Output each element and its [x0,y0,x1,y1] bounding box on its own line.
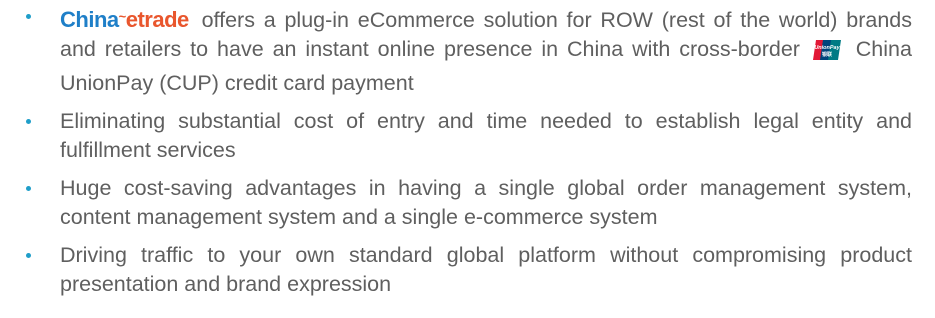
bullet-dot [26,119,31,124]
logo-etrade-text: etrade [125,7,190,32]
bullet-item-chinaetrade: China~etrade offers a plug-in eCommerce … [26,2,912,98]
unionpay-logo-line2: 银联 [821,51,832,58]
bullet-item-cost-saving: Huge cost-saving advantages in having a … [26,174,912,232]
bullet-list: China~etrade offers a plug-in eCommerce … [26,2,912,308]
logo-china-text: China [60,7,119,32]
bullet-dot [26,186,31,191]
chinaetrade-logo: China~etrade [60,2,189,34]
unionpay-logo-line1: UnionPay [814,45,840,51]
bullet-text: Huge cost-saving advantages in having a … [60,176,912,229]
bullet-text: Eliminating substantial cost of entry an… [60,109,912,162]
logo-separator: ~ [118,9,127,24]
unionpay-logo-icon: UnionPay 银联 [812,39,841,69]
bullet-item-driving-traffic: Driving traffic to your own standard glo… [26,241,912,299]
slide: China~etrade offers a plug-in eCommerce … [0,0,935,318]
unionpay-logo-svg: UnionPay 银联 [812,40,841,60]
bullet-dot [26,253,31,258]
bullet-dot [26,14,31,19]
bullet-text: Driving traffic to your own standard glo… [60,243,912,296]
bullet-item-cost-of-entry: Eliminating substantial cost of entry an… [26,107,912,165]
